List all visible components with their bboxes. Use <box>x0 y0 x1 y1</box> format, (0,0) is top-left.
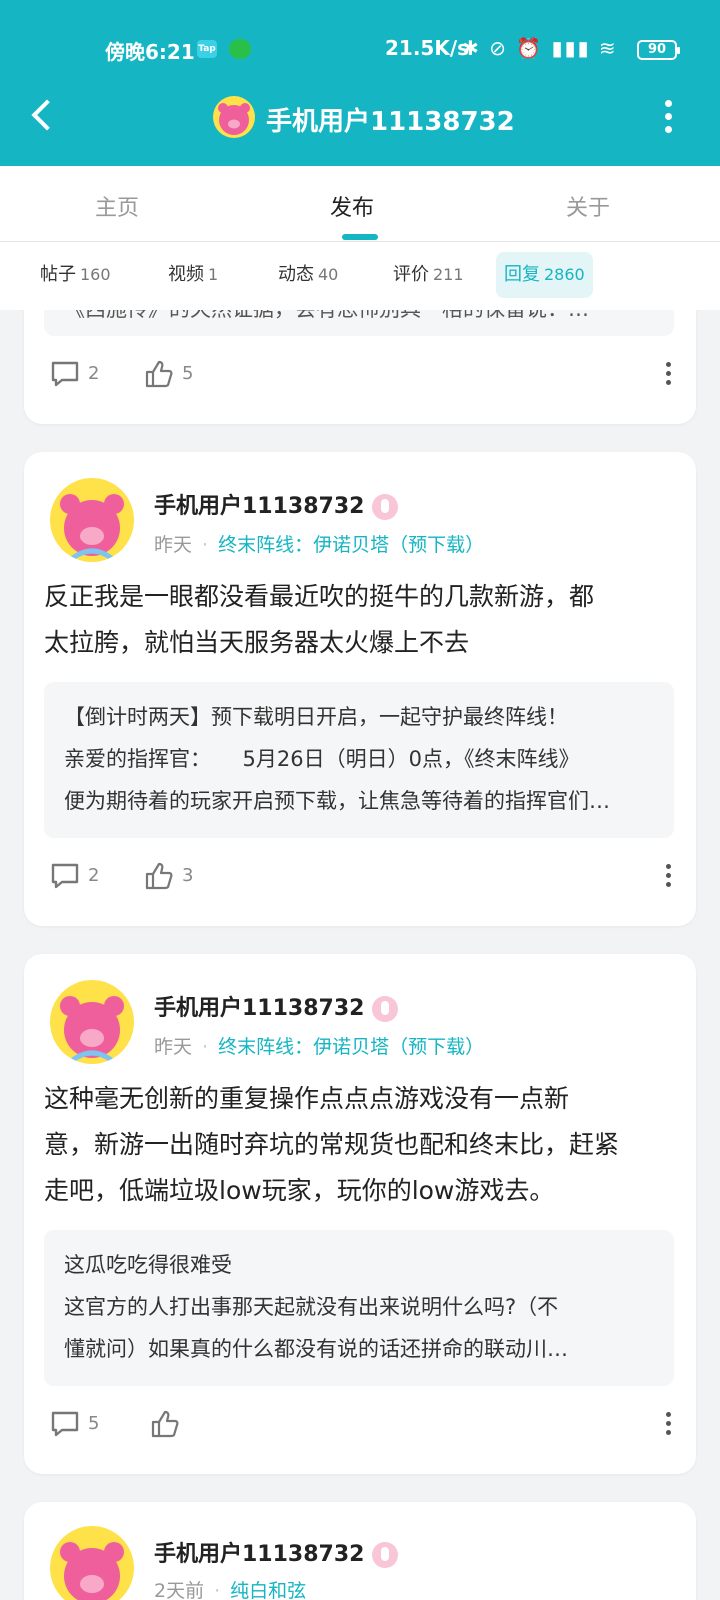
content-line: 太拉胯，就怕当天服务器太火爆上不去 <box>44 628 470 657</box>
reply-content: 这种毫无创新的重复操作点点点游戏没有一点新 意，新游一出随时弃坑的常规货也配和终… <box>44 1076 674 1214</box>
comment-count: 2 <box>88 363 100 384</box>
content-line: 意，新游一出随时弃坑的常规货也配和终末比，赶紧 <box>44 1130 620 1159</box>
more-options-icon[interactable] <box>665 100 673 133</box>
filter-label: 动态 <box>278 264 314 285</box>
filter-videos[interactable]: 视频 1 <box>160 252 226 298</box>
tab-publish[interactable]: 发布 <box>330 190 374 222</box>
content-filter-bar: 帖子 160 视频 1 动态 40 评价 211 回复 2860 <box>0 242 720 310</box>
profile-tabs: 主页 发布 关于 <box>0 166 720 242</box>
comment-count: 2 <box>88 865 100 886</box>
reply-card[interactable]: 手机用户11138732 2天前 · 纯白和弦 <box>24 1502 696 1600</box>
quote-text: 懂就问）如果真的什么都没有说的话还拼命的联动川… <box>64 1337 568 1361</box>
quoted-post[interactable]: 【倒计时两天】预下载明日开启，一起守护最终阵线！ 亲爱的指挥官： 5月26日（明… <box>44 682 674 838</box>
like-count: 5 <box>182 363 194 384</box>
game-link[interactable]: 终末阵线：伊诺贝塔（预下载） <box>218 1036 484 1058</box>
comment-button[interactable]: 2 <box>50 354 99 394</box>
verified-badge-icon <box>372 996 399 1022</box>
post-time: 昨天 <box>154 534 193 556</box>
network-speed: 21.5K/s <box>385 36 470 60</box>
battery-icon: 90 <box>637 40 680 60</box>
like-button[interactable]: 3 <box>144 856 193 896</box>
username-text: 手机用户11138732 <box>154 1542 365 1567</box>
like-button[interactable]: 5 <box>144 354 193 394</box>
quote-text: 这瓜吃吃得很难受 <box>64 1253 232 1277</box>
filter-count: 2860 <box>544 265 585 284</box>
filter-posts[interactable]: 帖子 160 <box>32 252 119 298</box>
filter-label: 评价 <box>393 264 429 285</box>
post-time: 昨天 <box>154 1036 193 1058</box>
username-text: 手机用户11138732 <box>154 996 365 1021</box>
tab-about[interactable]: 关于 <box>566 190 610 222</box>
thumbs-up-icon <box>145 360 173 388</box>
comment-icon <box>51 1411 79 1437</box>
user-avatar[interactable] <box>50 478 134 562</box>
username-text: 手机用户11138732 <box>154 494 365 519</box>
page-title: 手机用户11138732 <box>266 107 515 137</box>
username[interactable]: 手机用户11138732 <box>154 990 399 1022</box>
verified-badge-icon <box>372 1542 399 1568</box>
card-actions: 5 <box>24 1404 696 1444</box>
reply-card[interactable]: 手机用户11138732 昨天 · 终末阵线：伊诺贝塔（预下载） 反正我是一眼都没看… <box>24 452 696 926</box>
quote-text: 便为期待着的玩家开启预下载，让焦急等待着的指挥官们… <box>64 789 610 813</box>
back-button[interactable] <box>28 98 54 132</box>
filter-count: 211 <box>433 265 464 284</box>
filter-count: 1 <box>208 265 219 284</box>
username[interactable]: 手机用户11138732 <box>154 1536 399 1568</box>
taptap-icon: Tap <box>197 40 217 58</box>
like-count: 3 <box>182 865 194 886</box>
card-more-icon[interactable] <box>666 362 672 389</box>
filter-label: 回复 <box>504 264 540 285</box>
quote-text: 亲爱的指挥官： 5月26日（明日）0点，《终末阵线》 <box>64 747 580 771</box>
card-actions: 2 3 <box>24 856 696 896</box>
quoted-post[interactable]: 这瓜吃吃得很难受 这官方的人打出事那天起就没有出来说明什么吗?（不 懂就问）如果… <box>44 1230 674 1386</box>
game-link[interactable]: 纯白和弦 <box>230 1580 306 1600</box>
post-meta: 2天前 · 纯白和弦 <box>154 1580 307 1600</box>
reply-card[interactable]: 手机用户11138732 昨天 · 终末阵线：伊诺贝塔（预下载） 这种毫无创新的重复… <box>24 954 696 1474</box>
status-time: 傍晚6:21 <box>105 40 195 64</box>
game-link[interactable]: 终末阵线：伊诺贝塔（预下载） <box>218 534 484 556</box>
tab-home[interactable]: 主页 <box>95 190 139 222</box>
card-more-icon[interactable] <box>666 864 672 891</box>
like-button[interactable] <box>150 1404 188 1444</box>
status-icons: ✱ ⊘ ⏰ ▮▮▮ ≋ <box>462 36 618 60</box>
comment-button[interactable]: 2 <box>50 856 99 896</box>
verified-badge-icon <box>372 494 399 520</box>
user-avatar[interactable] <box>50 1526 134 1600</box>
quote-text: 【倒计时两天】预下载明日开启，一起守护最终阵线！ <box>64 705 568 729</box>
filter-replies[interactable]: 回复 2860 <box>496 252 593 298</box>
tab-indicator <box>342 234 378 240</box>
filter-count: 160 <box>80 265 111 284</box>
content-line: 反正我是一眼都没看最近吹的挺牛的几款新游，都 <box>44 582 595 611</box>
status-bar: 傍晚6:21 Tap 21.5K/s ✱ ⊘ ⏰ ▮▮▮ ≋ 90 <box>0 36 720 66</box>
comment-count: 5 <box>88 1413 100 1434</box>
thumbs-up-icon <box>145 862 173 890</box>
filter-label: 帖子 <box>40 264 76 285</box>
content-line: 这种毫无创新的重复操作点点点游戏没有一点新 <box>44 1084 570 1113</box>
card-actions: 2 5 <box>24 354 696 394</box>
quote-text: 这官方的人打出事那天起就没有出来说明什么吗?（不 <box>64 1295 559 1319</box>
post-time: 2天前 <box>154 1580 205 1600</box>
username[interactable]: 手机用户11138732 <box>154 488 399 520</box>
thumbs-up-icon <box>151 1410 179 1438</box>
reply-content: 反正我是一眼都没看最近吹的挺牛的几款新游，都 太拉胯，就怕当天服务器太火爆上不去 <box>44 574 674 666</box>
filter-reviews[interactable]: 评价 211 <box>385 252 472 298</box>
header-avatar[interactable] <box>213 96 255 138</box>
comment-icon <box>51 361 79 387</box>
post-meta: 昨天 · 终末阵线：伊诺贝塔（预下载） <box>154 1036 485 1058</box>
user-avatar[interactable] <box>50 980 134 1064</box>
filter-moments[interactable]: 动态 40 <box>270 252 346 298</box>
comment-button[interactable]: 5 <box>50 1404 99 1444</box>
content-line: 走吧，低端垃圾low玩家，玩你的low游戏去。 <box>44 1176 555 1205</box>
top-bar: 傍晚6:21 Tap 21.5K/s ✱ ⊘ ⏰ ▮▮▮ ≋ 90 手机用户11… <box>0 0 720 166</box>
card-more-icon[interactable] <box>666 1412 672 1439</box>
filter-label: 视频 <box>168 264 204 285</box>
filter-count: 40 <box>318 265 339 284</box>
wechat-icon <box>229 39 251 59</box>
post-meta: 昨天 · 终末阵线：伊诺贝塔（预下载） <box>154 534 485 556</box>
comment-icon <box>51 863 79 889</box>
